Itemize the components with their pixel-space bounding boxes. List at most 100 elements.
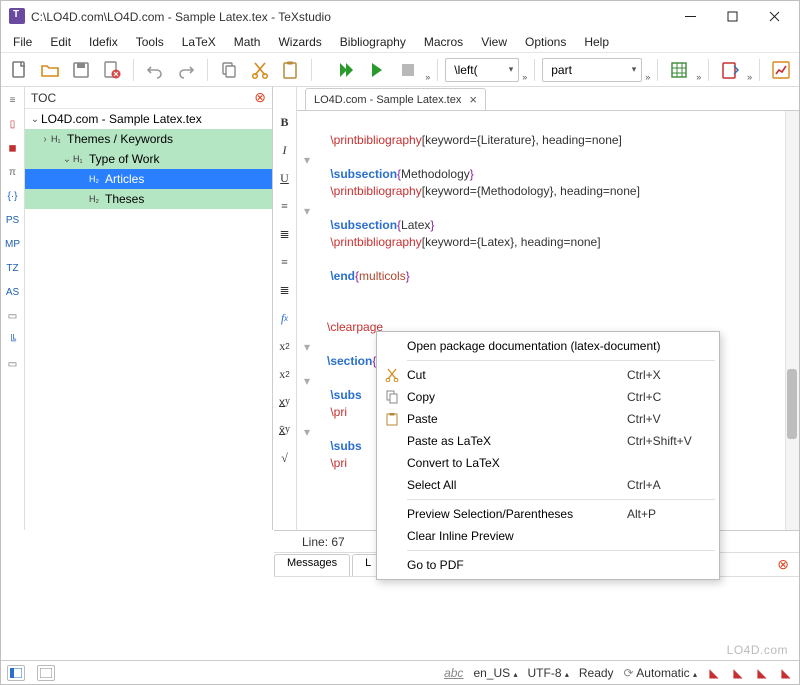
- copy-icon: [379, 390, 405, 404]
- menu-file[interactable]: File: [5, 33, 40, 51]
- menu-math[interactable]: Math: [226, 33, 269, 51]
- fold-icon[interactable]: ▾: [304, 374, 314, 384]
- menu-idefix[interactable]: Idefix: [81, 33, 126, 51]
- spellcheck-icon[interactable]: abc: [444, 666, 463, 680]
- paste-button[interactable]: [277, 56, 305, 84]
- toc-item-articles[interactable]: H₂Articles: [25, 169, 272, 189]
- sqrt-button[interactable]: √: [275, 449, 295, 467]
- section-dropdown[interactable]: part▾: [542, 58, 642, 82]
- cut-button[interactable]: [246, 56, 274, 84]
- braces-icon[interactable]: {·}: [3, 187, 23, 205]
- pi-icon[interactable]: π: [3, 163, 23, 181]
- cut-icon: [379, 368, 405, 382]
- structure-icon[interactable]: ≡: [3, 91, 23, 109]
- scrollbar-thumb[interactable]: [787, 369, 797, 439]
- new-file-button[interactable]: [5, 56, 33, 84]
- img-icon[interactable]: ▭: [3, 355, 23, 373]
- editor-tab[interactable]: LO4D.com - Sample Latex.tex ×: [305, 88, 486, 110]
- left-tool-strip: ≡ ▯ ◼ π {·} PS MP TZ AS ▭ ╚ ▭: [1, 87, 25, 530]
- fx-button[interactable]: fx: [275, 309, 295, 327]
- save-button[interactable]: [67, 56, 95, 84]
- ctx-clear-preview[interactable]: Clear Inline Preview: [379, 525, 717, 547]
- main-toolbar: » \left(▾ » part▾ » » »: [1, 53, 799, 87]
- bookmarks-icon[interactable]: ▯: [3, 115, 23, 133]
- superscript-button[interactable]: x2: [275, 365, 295, 383]
- compile-button[interactable]: [363, 56, 391, 84]
- bookmark1-icon[interactable]: ◣: [707, 666, 721, 680]
- menu-bibliography[interactable]: Bibliography: [332, 33, 414, 51]
- fold-icon[interactable]: ▾: [304, 340, 314, 350]
- build-view-button[interactable]: [332, 56, 360, 84]
- tz-icon[interactable]: TZ: [3, 259, 23, 277]
- menu-macros[interactable]: Macros: [416, 33, 471, 51]
- bold-button[interactable]: B: [275, 113, 295, 131]
- status-encoding[interactable]: UTF-8 ▴: [528, 666, 569, 680]
- close-file-button[interactable]: [98, 56, 126, 84]
- menu-edit[interactable]: Edit: [42, 33, 79, 51]
- toc-item-themes[interactable]: ›H₁Themes / Keywords: [25, 129, 272, 149]
- editor-scrollbar[interactable]: [785, 111, 799, 530]
- toc-item-typework[interactable]: ⌄H₁Type of Work: [25, 149, 272, 169]
- align-center-button[interactable]: ≣: [275, 225, 295, 243]
- italic-button[interactable]: I: [275, 141, 295, 159]
- as-icon[interactable]: AS: [3, 283, 23, 301]
- align-left-button[interactable]: ≡: [275, 197, 295, 215]
- bookmark3-icon[interactable]: ◣: [755, 666, 769, 680]
- fold-icon[interactable]: ▾: [304, 425, 314, 435]
- tab-messages[interactable]: Messages: [274, 554, 350, 576]
- menu-wizards[interactable]: Wizards: [270, 33, 329, 51]
- minimize-button[interactable]: [669, 1, 711, 31]
- subscript-button[interactable]: x2: [275, 337, 295, 355]
- ctx-open-doc[interactable]: Open package documentation (latex-docume…: [379, 335, 717, 357]
- fold-icon[interactable]: ▾: [304, 204, 314, 214]
- tab-close-icon[interactable]: ×: [469, 92, 477, 107]
- table-button[interactable]: [665, 56, 693, 84]
- menu-view[interactable]: View: [473, 33, 515, 51]
- undo-button[interactable]: [141, 56, 169, 84]
- ps-icon[interactable]: PS: [3, 211, 23, 229]
- open-file-button[interactable]: [36, 56, 64, 84]
- underline-button[interactable]: U: [275, 169, 295, 187]
- align-right-button[interactable]: ≡: [275, 253, 295, 271]
- ctx-select-all[interactable]: Select AllCtrl+A: [379, 474, 717, 496]
- status-mode[interactable]: ⟳ Automatic ▴: [624, 666, 697, 680]
- menu-latex[interactable]: LaTeX: [174, 33, 224, 51]
- ctx-paste-latex[interactable]: Paste as LaTeXCtrl+Shift+V: [379, 430, 717, 452]
- ctx-preview[interactable]: Preview Selection/ParenthesesAlt+P: [379, 503, 717, 525]
- ctx-goto-pdf[interactable]: Go to PDF: [379, 554, 717, 576]
- toc-close-icon[interactable]: ⊗: [254, 89, 266, 106]
- ctx-copy[interactable]: CopyCtrl+C: [379, 386, 717, 408]
- menu-options[interactable]: Options: [517, 33, 574, 51]
- app-window: C:\LO4D.com\LO4D.com - Sample Latex.tex …: [0, 0, 800, 685]
- charts-button[interactable]: [767, 56, 795, 84]
- dfrac-button[interactable]: x̄y: [275, 421, 295, 439]
- toc-root[interactable]: ⌄LO4D.com - Sample Latex.tex: [25, 109, 272, 129]
- menu-help[interactable]: Help: [576, 33, 617, 51]
- marks-icon[interactable]: ◼: [3, 139, 23, 157]
- maximize-button[interactable]: [711, 1, 753, 31]
- toc-item-theses[interactable]: H₂Theses: [25, 189, 272, 209]
- status-lang[interactable]: en_US ▴: [473, 666, 517, 680]
- layout-split-icon[interactable]: [7, 665, 25, 681]
- chart-icon[interactable]: ╚: [3, 331, 23, 349]
- justify-button[interactable]: ≣: [275, 281, 295, 299]
- layout-single-icon[interactable]: [37, 665, 55, 681]
- close-window-button[interactable]: [753, 1, 795, 31]
- copy-button[interactable]: [215, 56, 243, 84]
- messages-close-icon[interactable]: ⊗: [777, 556, 789, 573]
- ctx-cut[interactable]: CutCtrl+X: [379, 364, 717, 386]
- frac-button[interactable]: xy: [275, 393, 295, 411]
- bookmark4-icon[interactable]: ◣: [779, 666, 793, 680]
- box-icon[interactable]: ▭: [3, 307, 23, 325]
- fold-icon[interactable]: ▾: [304, 153, 314, 163]
- bookmark2-icon[interactable]: ◣: [731, 666, 745, 680]
- ctx-convert[interactable]: Convert to LaTeX: [379, 452, 717, 474]
- line-indicator: Line: 67: [302, 535, 345, 549]
- menu-tools[interactable]: Tools: [128, 33, 172, 51]
- redo-button[interactable]: [172, 56, 200, 84]
- delim-dropdown[interactable]: \left(▾: [445, 58, 519, 82]
- stop-button[interactable]: [394, 56, 422, 84]
- mp-icon[interactable]: MP: [3, 235, 23, 253]
- view-pdf-button[interactable]: [716, 56, 744, 84]
- ctx-paste[interactable]: PasteCtrl+V: [379, 408, 717, 430]
